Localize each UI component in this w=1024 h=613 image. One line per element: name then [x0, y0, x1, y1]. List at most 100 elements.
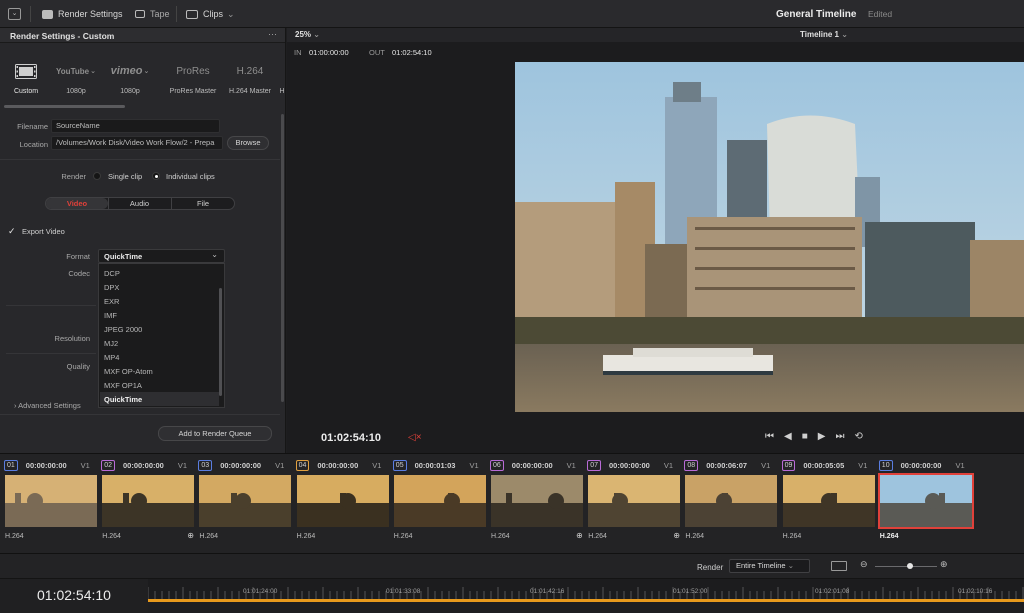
preset-vimeo[interactable]: vimeo ⌄ 1080p: [106, 61, 154, 95]
preset-h264[interactable]: H.264 H.264 Master: [224, 61, 276, 96]
transport-controls: ⏮◀■▶⏭⟲: [765, 431, 873, 442]
ruler-label: 01:01:52:00: [673, 588, 708, 595]
tape-tab[interactable]: Tape: [135, 0, 170, 28]
timeline-title: General Timeline: [776, 8, 857, 20]
clip-timecode: 00:00:00:00: [900, 460, 942, 470]
browse-button[interactable]: Browse: [227, 136, 269, 150]
advanced-settings-toggle[interactable]: › Advanced Settings: [14, 401, 81, 410]
clip-timecode: 00:00:00:00: [317, 460, 359, 470]
clip-track: V1: [566, 460, 576, 470]
export-video-checkbox[interactable]: ✓: [8, 226, 16, 237]
presets-scrollbar[interactable]: [4, 105, 125, 108]
single-clip-radio[interactable]: [93, 172, 101, 180]
clip-thumbnail[interactable]: [491, 475, 583, 527]
format-option[interactable]: MXF OP-Atom: [104, 367, 153, 376]
clip-codec: H.264: [102, 533, 121, 540]
individual-clips-label: Individual clips: [166, 172, 215, 181]
timeline-zoom-slider[interactable]: [875, 566, 937, 567]
clip-thumbnail[interactable]: [588, 475, 681, 527]
clip-thumbnail-image: [588, 475, 681, 527]
zoom-in-icon[interactable]: ⊕: [940, 559, 948, 570]
loop-icon[interactable]: ⟲: [854, 431, 872, 442]
clips-tab[interactable]: Clips ⌄: [186, 0, 235, 28]
ruler-label: 01:01:33:08: [386, 588, 421, 595]
add-to-render-queue-button[interactable]: Add to Render Queue: [158, 426, 272, 441]
panel-scrollbar[interactable]: [281, 114, 284, 402]
zoom-slider-handle[interactable]: [907, 563, 913, 569]
resolution-label: Resolution: [54, 334, 90, 343]
clip-thumbnail[interactable]: [685, 475, 778, 527]
clip-thumbnail[interactable]: [102, 475, 195, 527]
audio-mute-icon[interactable]: ◁×: [408, 432, 422, 443]
play-icon[interactable]: ▶: [818, 431, 836, 442]
format-option[interactable]: IMF: [104, 311, 117, 320]
zoom-out-icon[interactable]: ⊖: [860, 559, 868, 570]
clip-timecode: 00:00:00:00: [220, 460, 262, 470]
clip-thumbnail[interactable]: [393, 475, 486, 527]
crosshair-icon[interactable]: ⊕: [576, 531, 583, 540]
preset-youtube[interactable]: YouTube ⌄ 1080p: [52, 61, 100, 96]
timeline-view-icon[interactable]: [831, 561, 847, 571]
more-options-button[interactable]: ···: [268, 29, 277, 39]
in-timecode: 01:00:00:00: [309, 48, 349, 57]
clip-thumbnail[interactable]: [877, 473, 974, 529]
jump-end-icon[interactable]: ⏭: [835, 431, 854, 442]
clip-timecode: 00:00:01:03: [414, 460, 456, 470]
format-option[interactable]: EXR: [104, 297, 119, 306]
clip-thumbnail[interactable]: [296, 475, 389, 527]
crosshair-icon[interactable]: ⊕: [187, 531, 194, 540]
timeline-select[interactable]: Timeline 1 ⌄: [800, 30, 848, 39]
preset-label: 1080p: [66, 88, 86, 95]
chevron-down-icon: ⌄: [787, 561, 794, 570]
clip-number: 05: [392, 459, 407, 471]
stop-icon[interactable]: ■: [802, 431, 818, 442]
clip-thumbnail[interactable]: [199, 475, 292, 527]
clip-thumbnail-image: [102, 475, 195, 527]
timeline-ruler[interactable]: [147, 579, 1024, 599]
clip-codec: H.264: [782, 533, 802, 540]
panel-title: Render Settings - Custom: [10, 31, 115, 41]
preset-custom[interactable]: Custom: [2, 61, 50, 95]
format-select[interactable]: QuickTime ⌄: [98, 249, 225, 263]
clip-thumbnail-image: [879, 475, 972, 527]
tab-video[interactable]: Video: [46, 198, 108, 209]
ruler-label: 01:02:01:08: [815, 588, 850, 595]
crosshair-icon[interactable]: ⊕: [673, 531, 680, 540]
clip-number: 03: [198, 459, 213, 471]
vimeo-logo: vimeo ⌄: [110, 65, 150, 77]
panel-toggle-button[interactable]: ⌄: [8, 0, 21, 28]
clip-track: V1: [858, 460, 868, 470]
zoom-select[interactable]: 25% ⌄: [295, 30, 320, 39]
clip-timecode: 00:00:00:00: [25, 460, 67, 470]
format-option[interactable]: DCP: [104, 269, 120, 278]
preset-partial[interactable]: H: [278, 61, 286, 95]
clip-timecode: 00:00:00:00: [608, 460, 650, 470]
format-option[interactable]: MP4: [104, 353, 119, 362]
clip-track: V1: [761, 460, 771, 470]
clip-number: 09: [781, 459, 796, 471]
preset-label: Custom: [13, 88, 39, 95]
dropdown-scrollbar[interactable]: [219, 288, 222, 396]
format-option[interactable]: JPEG 2000: [104, 325, 142, 334]
format-option[interactable]: DPX: [104, 283, 119, 292]
format-option[interactable]: QuickTime: [104, 395, 142, 404]
play-reverse-icon[interactable]: ◀: [784, 431, 802, 442]
viewer-panel: 25% ⌄ Timeline 1 ⌄ IN 01:00:00:00 OUT 01…: [287, 28, 1024, 453]
tab-file[interactable]: File: [171, 198, 234, 209]
filename-label: Filename: [17, 122, 48, 131]
render-settings-tab[interactable]: Render Settings: [42, 0, 123, 28]
jump-start-icon[interactable]: ⏮: [765, 431, 784, 442]
clip-thumbnail[interactable]: [782, 475, 875, 527]
filename-input[interactable]: SourceName: [51, 119, 220, 133]
clip-thumbnail[interactable]: [5, 475, 97, 527]
render-range-select[interactable]: Entire Timeline ⌄: [729, 559, 810, 573]
clips-strip: 01 00:00:00:00 V1 H.264 02 00:00:00:00 V1 H.264…: [0, 453, 1024, 553]
location-input[interactable]: /Volumes/Work Disk/Video Work Flow/2 - P…: [51, 136, 223, 150]
clip-timecode: 00:00:05:05: [803, 460, 845, 470]
tab-audio[interactable]: Audio: [108, 198, 170, 209]
format-option[interactable]: MXF OP1A: [104, 381, 142, 390]
format-option[interactable]: MJ2: [104, 339, 118, 348]
preset-prores[interactable]: ProRes ProRes Master: [167, 61, 219, 96]
clapper-icon: [42, 9, 53, 19]
individual-clips-radio[interactable]: [152, 172, 160, 180]
